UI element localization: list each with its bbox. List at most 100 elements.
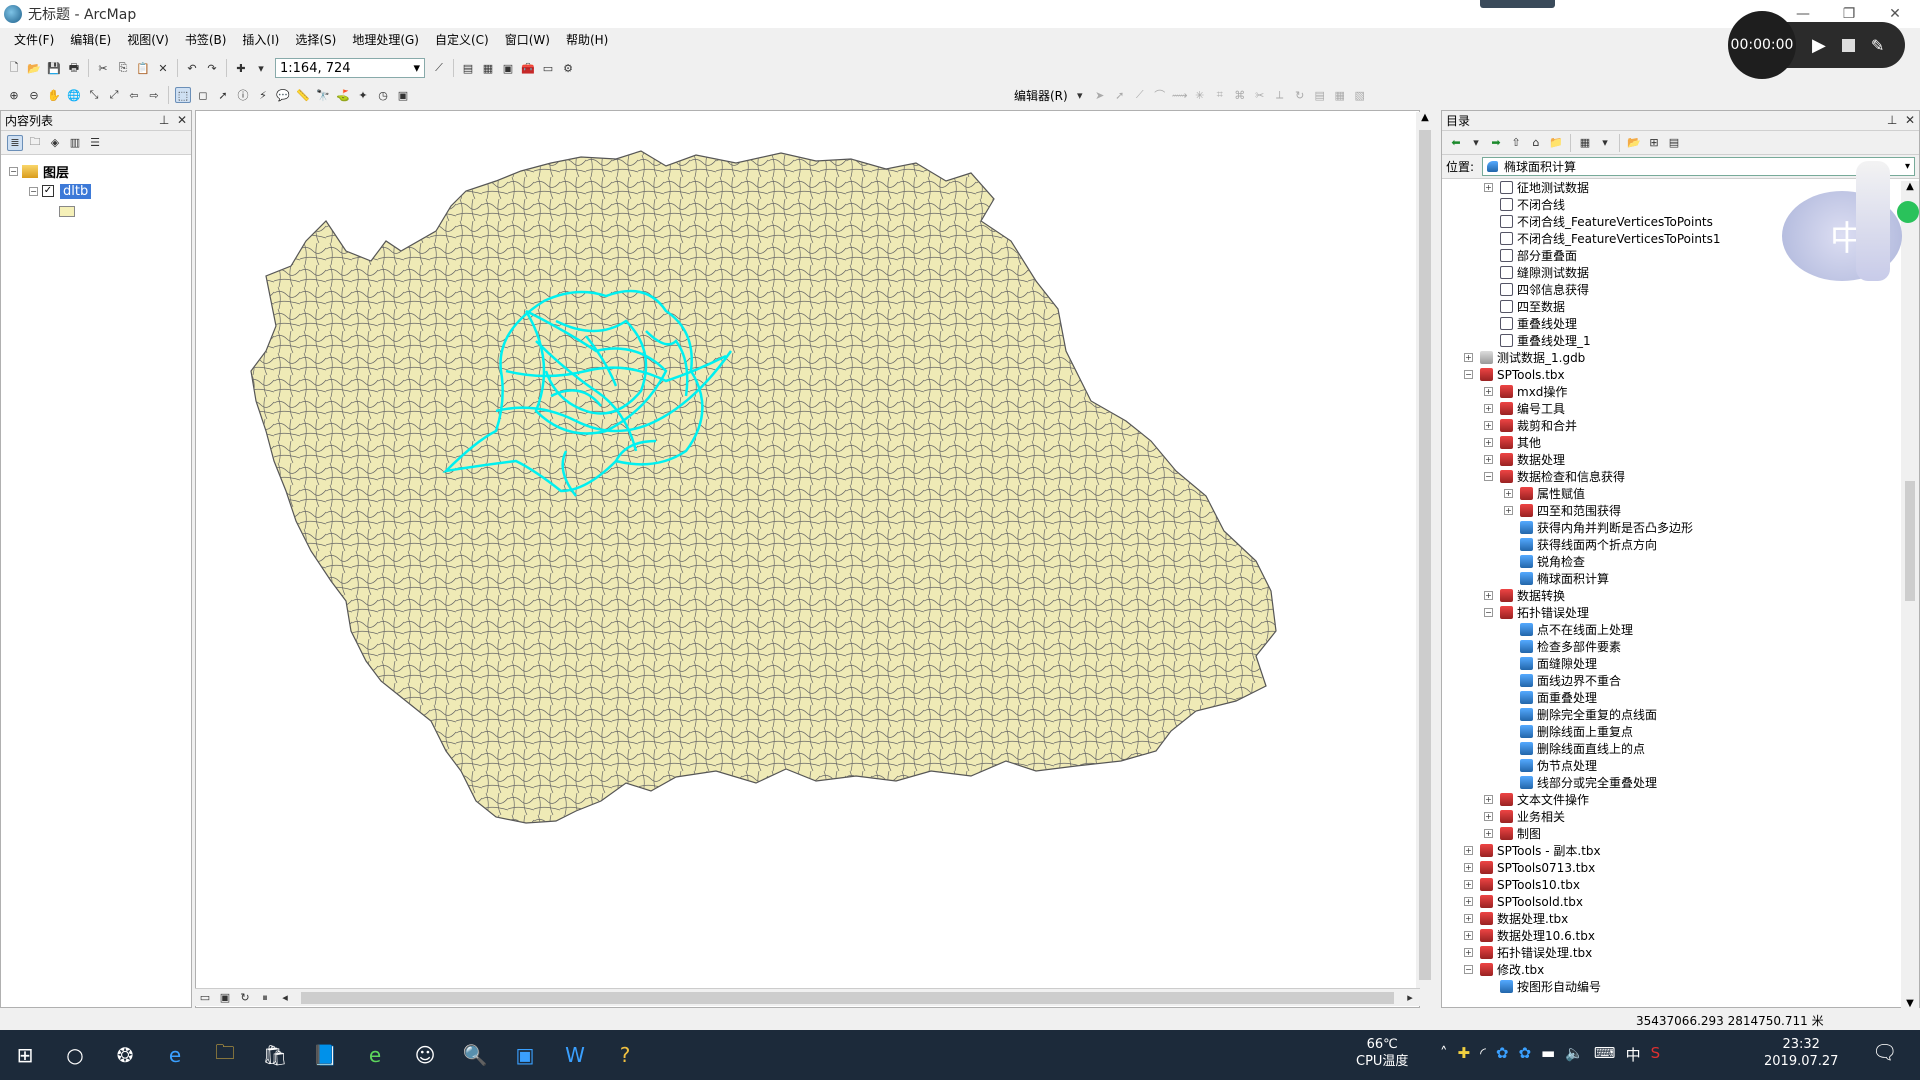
catalog-item[interactable]: 部分重叠面	[1500, 247, 1577, 264]
catalog-item[interactable]: + 编号工具	[1484, 400, 1565, 417]
map-vertical-scrollbar[interactable]: ▲	[1416, 112, 1434, 992]
edit-annotation-icon[interactable]: ➚	[1112, 87, 1128, 103]
desktop-pet-widget[interactable]: 中	[1762, 161, 1919, 291]
layer-symbol-swatch[interactable]	[59, 205, 75, 217]
expand-icon[interactable]: +	[1464, 863, 1473, 872]
close-icon[interactable]: ✕	[177, 113, 187, 127]
catalog-item[interactable]: 线部分或完全重叠处理	[1520, 774, 1657, 791]
expand-icon[interactable]: +	[1464, 353, 1473, 362]
attributes-icon[interactable]: ▤	[1312, 87, 1328, 103]
expand-icon[interactable]: +	[1484, 795, 1493, 804]
select-features-icon[interactable]: ⬚	[175, 87, 191, 103]
create-features-icon[interactable]: ▧	[1352, 87, 1368, 103]
ime-mode[interactable]: 中	[1626, 1044, 1641, 1065]
rotate-icon[interactable]: ↻	[1292, 87, 1308, 103]
expand-icon[interactable]: +	[1464, 897, 1473, 906]
data-view-icon[interactable]: ▣	[217, 990, 233, 1006]
menu-item[interactable]: 文件(F)	[6, 31, 62, 48]
menu-item[interactable]: 插入(I)	[234, 31, 287, 48]
fixed-zoom-out-icon[interactable]: ⤢	[106, 87, 122, 103]
tray-app-icon[interactable]: ✚	[1458, 1044, 1471, 1065]
toc-window-icon[interactable]: ▤	[460, 60, 476, 76]
options-icon[interactable]: ☰	[87, 135, 103, 151]
catalog-item[interactable]: 删除线面直线上的点	[1520, 740, 1645, 757]
end-point-arc-icon[interactable]: ⌒	[1152, 87, 1168, 103]
menu-item[interactable]: 视图(V)	[119, 31, 177, 48]
catalog-window-icon[interactable]: ▦	[480, 60, 496, 76]
expand-icon[interactable]: +	[1484, 829, 1493, 838]
catalog-item[interactable]: 不闭合线_FeatureVerticesToPoints	[1500, 213, 1713, 230]
catalog-item[interactable]: + SPTools10.tbx	[1464, 876, 1580, 893]
tree-view-icon[interactable]: ⊞	[1646, 135, 1662, 151]
catalog-item[interactable]: + 数据处理	[1484, 451, 1565, 468]
keyboard-icon[interactable]: ⌨	[1594, 1044, 1616, 1065]
tray-app-icon[interactable]: ✿	[1518, 1044, 1531, 1065]
catalog-item[interactable]: + 属性赋值	[1504, 485, 1585, 502]
expand-icon[interactable]: +	[1484, 812, 1493, 821]
catalog-item[interactable]: 面线边界不重合	[1520, 672, 1621, 689]
view-options-icon[interactable]: ▦	[1577, 135, 1593, 151]
catalog-item[interactable]: + 数据转换	[1484, 587, 1565, 604]
catalog-scrollbar[interactable]: ▲ ▼	[1901, 181, 1919, 1009]
connect-folder-icon[interactable]: 📁	[1548, 135, 1564, 151]
scroll-thumb[interactable]	[301, 991, 1394, 1004]
up-level-icon[interactable]: ⇧	[1508, 135, 1524, 151]
catalog-item[interactable]: 按图形自动编号	[1500, 978, 1601, 995]
copy-icon[interactable]: ⎘	[115, 60, 131, 76]
edge-browser-icon[interactable]: e	[150, 1030, 200, 1080]
edit-tool-icon[interactable]: ➤	[1092, 87, 1108, 103]
map-horizontal-scrollbar[interactable]: ▭ ▣ ↻ ⏸ ◂ ▸	[195, 988, 1420, 1006]
print-icon[interactable]: 🖶	[66, 60, 82, 76]
help-icon[interactable]: ?	[600, 1030, 650, 1080]
redo-icon[interactable]: ↷	[204, 60, 220, 76]
menu-item[interactable]: 帮助(H)	[558, 31, 616, 48]
save-icon[interactable]: 💾	[46, 60, 62, 76]
home-icon[interactable]: ⌂	[1528, 135, 1544, 151]
map-scale-select[interactable]: 1:164, 724 ▾	[275, 58, 425, 78]
identify-icon[interactable]: ⓘ	[235, 87, 251, 103]
store-icon[interactable]: 🛍	[250, 1030, 300, 1080]
modelbuilder-icon[interactable]: ⚙	[560, 60, 576, 76]
layer-row-dltb[interactable]: − ✓ dltb	[1, 181, 191, 201]
cut-polygons-icon[interactable]: ✂	[1252, 87, 1268, 103]
catalog-item[interactable]: + 数据处理10.6.tbx	[1464, 927, 1595, 944]
paste-icon[interactable]: 📋	[135, 60, 151, 76]
catalog-item[interactable]: + 拓扑错误处理.tbx	[1464, 944, 1592, 961]
expand-icon[interactable]: +	[1464, 880, 1473, 889]
app-icon-1[interactable]: ❂	[100, 1030, 150, 1080]
catalog-item[interactable]: + 文本文件操作	[1484, 791, 1589, 808]
editor-toolbar-icon[interactable]: ⟋	[431, 60, 447, 76]
scroll-right-icon[interactable]: ▸	[1402, 990, 1418, 1006]
map-view[interactable]	[195, 110, 1420, 1008]
notification-icon[interactable]: 🗨	[1872, 1040, 1897, 1064]
trace-icon[interactable]: ⟿	[1172, 87, 1188, 103]
battery-icon[interactable]: ▬	[1541, 1044, 1555, 1065]
app-icon-2[interactable]: 📘	[300, 1030, 350, 1080]
catalog-item[interactable]: 不闭合线_FeatureVerticesToPoints1	[1500, 230, 1721, 247]
zoom-out-icon[interactable]: ⊖	[26, 87, 42, 103]
word-icon[interactable]: W	[550, 1030, 600, 1080]
catalog-item[interactable]: − SPTools.tbx	[1464, 366, 1565, 383]
catalog-item[interactable]: 椭球面积计算	[1520, 570, 1609, 587]
point-icon[interactable]: ✳	[1192, 87, 1208, 103]
catalog-item[interactable]: 锐角检查	[1520, 553, 1585, 570]
list-by-source-icon[interactable]: 🗀	[27, 135, 43, 151]
expand-icon[interactable]: +	[1484, 421, 1493, 430]
expand-icon[interactable]: +	[1504, 506, 1513, 515]
catalog-item[interactable]: 四邻信息获得	[1500, 281, 1589, 298]
catalog-item[interactable]: + 征地测试数据	[1484, 181, 1589, 196]
layer-name[interactable]: dltb	[60, 183, 92, 199]
catalog-item[interactable]: + 测试数据_1.gdb	[1464, 349, 1585, 366]
layer-visibility-checkbox[interactable]: ✓	[42, 185, 54, 197]
expand-icon[interactable]: +	[1484, 183, 1493, 192]
go-to-xy-icon[interactable]: ✦	[355, 87, 371, 103]
add-data-icon[interactable]: ✚	[233, 60, 249, 76]
sogou-ime-icon[interactable]: S	[1651, 1044, 1661, 1065]
pan-icon[interactable]: ✋	[46, 87, 62, 103]
wifi-icon[interactable]: ◜	[1480, 1044, 1486, 1065]
catalog-item[interactable]: − 数据检查和信息获得	[1484, 468, 1625, 485]
pause-drawing-icon[interactable]: ⏸	[257, 990, 273, 1006]
recorder-app-icon[interactable]: ▣	[500, 1030, 550, 1080]
open-icon[interactable]: 📂	[26, 60, 42, 76]
sketch-properties-icon[interactable]: ▦	[1332, 87, 1348, 103]
